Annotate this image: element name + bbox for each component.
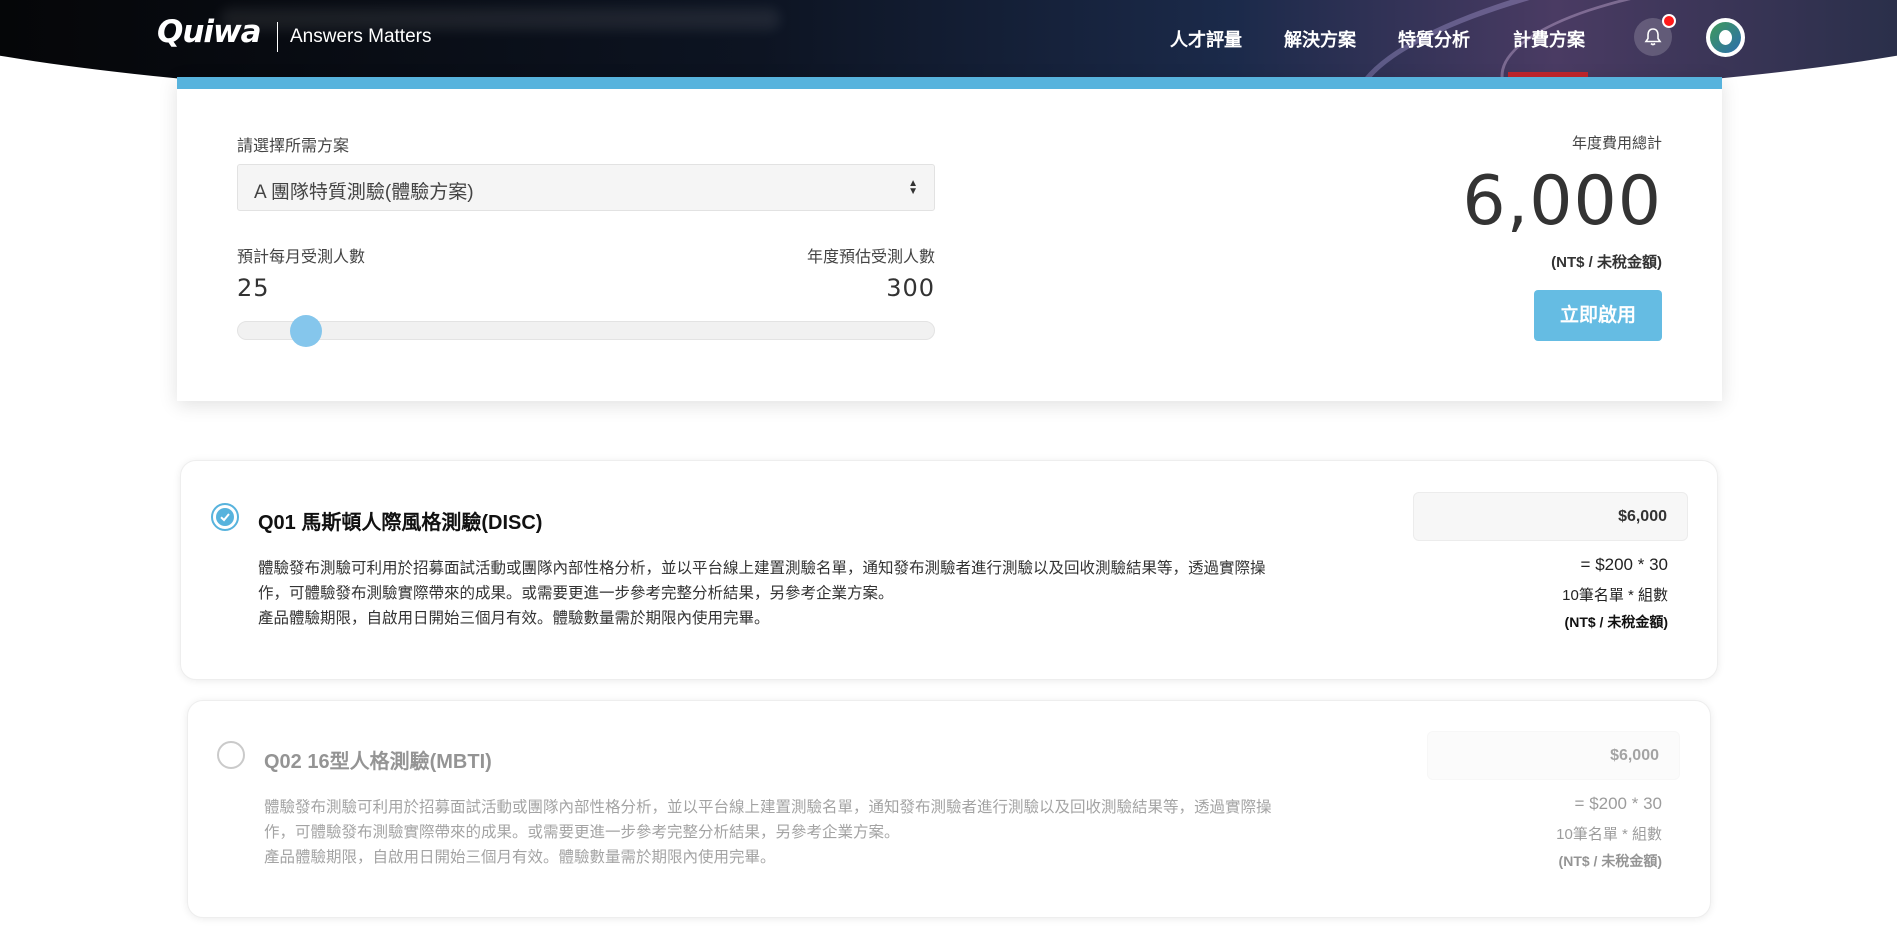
annual-total-value: 6,000: [1462, 162, 1662, 241]
product-formula-q01: = $200 * 30: [1580, 555, 1668, 574]
brand-tagline: Answers Matters: [290, 26, 432, 47]
plan-select-label: 請選擇所需方案: [237, 138, 350, 155]
logo-divider: [277, 22, 278, 52]
nav-item-solutions[interactable]: 解決方案: [1284, 26, 1356, 52]
notification-badge: [1662, 14, 1676, 28]
annual-total-label: 年度費用總計: [1571, 135, 1662, 152]
brand-logo[interactable]: Quiwa: [157, 14, 262, 50]
product-price-box-q01: $6,000: [1413, 492, 1688, 541]
product-tax-label-q02: (NT$ / 未稅金額): [1558, 853, 1662, 869]
product-description-line: 產品體驗期限，自啟用日開始三個月有效。體驗數量需於期限內使用完畢。: [258, 610, 770, 627]
product-price-q02: $6,000: [1610, 747, 1659, 764]
annual-total-unit: (NT$ / 未稅金額): [1551, 254, 1662, 271]
product-description-line: 體驗發布測驗可利用於招募面試活動或團隊內部性格分析，並以平台線上建置測驗名單，通…: [264, 799, 1272, 841]
nav-item-trait-analysis[interactable]: 特質分析: [1398, 26, 1470, 52]
product-title-q01: Q01 馬斯頓人際風格測驗(DISC): [258, 512, 543, 534]
product-price-box-q02: $6,000: [1427, 731, 1680, 780]
plan-select[interactable]: A 團隊特質測驗(體驗方案) ▲ ▼: [237, 164, 935, 211]
product-radio-q02[interactable]: [217, 741, 245, 769]
user-avatar[interactable]: [1706, 18, 1745, 57]
product-count-label-q01: 10筆名單 * 組數: [1562, 587, 1668, 604]
plan-select-value: A 團隊特質測驗(體驗方案): [254, 182, 474, 203]
check-icon: [220, 513, 230, 522]
activate-now-button[interactable]: 立即啟用: [1534, 290, 1662, 341]
monthly-count-label: 預計每月受測人數: [237, 249, 366, 266]
select-caret-icon: ▲ ▼: [908, 178, 918, 197]
annual-count-label: 年度預估受測人數: [806, 249, 935, 266]
product-title-q02: Q02 16型人格測驗(MBTI): [264, 751, 492, 773]
product-formula-q02: = $200 * 30: [1574, 794, 1662, 813]
product-price-q01: $6,000: [1618, 508, 1667, 525]
bell-icon: [1644, 28, 1662, 46]
calculator-accent-bar: [177, 77, 1722, 89]
product-description-line: 產品體驗期限，自啟用日開始三個月有效。體驗數量需於期限內使用完畢。: [264, 849, 776, 866]
product-description-line: 體驗發布測驗可利用於招募面試活動或團隊內部性格分析，並以平台線上建置測驗名單，通…: [258, 560, 1266, 602]
product-radio-q01[interactable]: [211, 503, 239, 531]
product-tax-label-q01: (NT$ / 未稅金額): [1564, 614, 1668, 630]
monthly-count-slider[interactable]: [237, 321, 935, 340]
annual-count-value: 300: [886, 274, 935, 302]
avatar-person-icon: [1719, 30, 1732, 45]
nav-item-talent-assessment[interactable]: 人才評量: [1170, 26, 1242, 52]
product-description-q02: 體驗發布測驗可利用於招募面試活動或團隊內部性格分析，並以平台線上建置測驗名單，通…: [264, 795, 1274, 870]
nav-item-pricing[interactable]: 計費方案: [1513, 26, 1585, 52]
monthly-count-value: 25: [237, 274, 270, 302]
product-count-label-q02: 10筆名單 * 組數: [1556, 826, 1662, 843]
product-description-q01: 體驗發布測驗可利用於招募面試活動或團隊內部性格分析，並以平台線上建置測驗名單，通…: [258, 556, 1278, 631]
